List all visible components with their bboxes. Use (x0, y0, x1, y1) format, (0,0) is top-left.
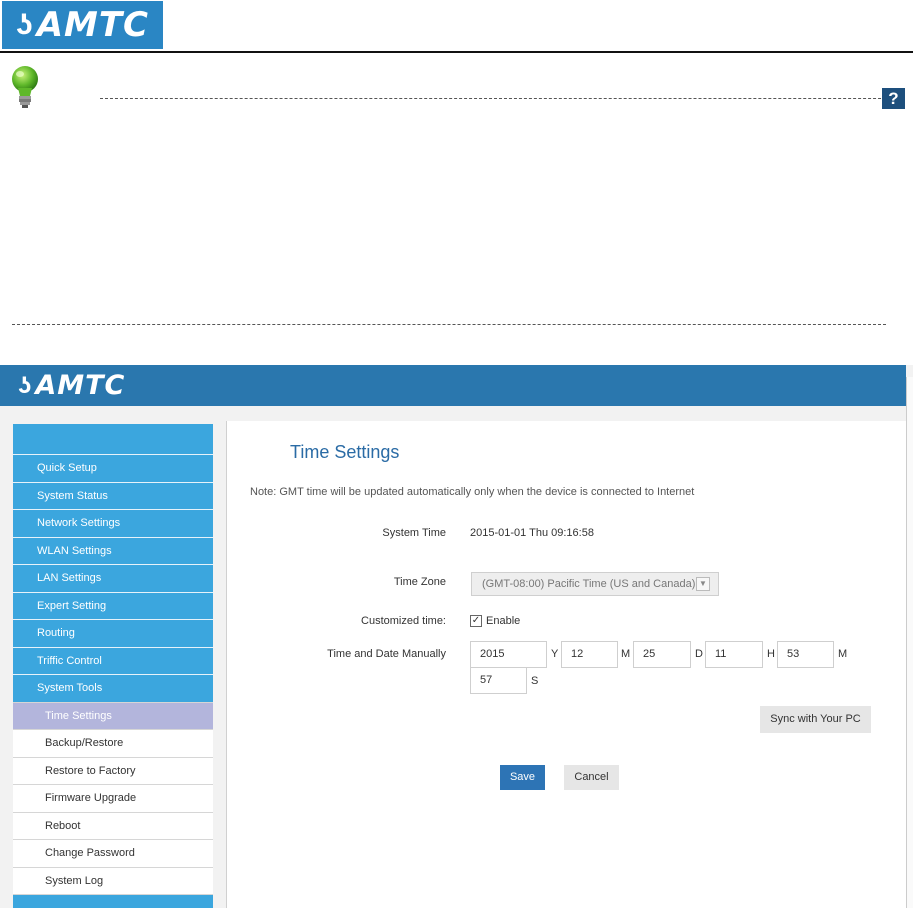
cancel-button[interactable]: Cancel (564, 765, 619, 790)
system-time-label: System Time (382, 527, 446, 539)
minute-unit: M (838, 648, 848, 660)
sidebar-item-lan-settings[interactable]: LAN Settings (13, 564, 213, 592)
sidebar-subitem-time-settings[interactable]: Time Settings (13, 701, 213, 729)
sidebar-item-quick-setup[interactable]: Quick Setup (13, 454, 213, 482)
time-zone-label: Time Zone (393, 576, 446, 588)
page-title: Time Settings (290, 442, 400, 462)
sidebar-item-system-tools[interactable]: System Tools (13, 674, 213, 702)
sidebar-subitem-system-log[interactable]: System Log (13, 866, 213, 894)
hour-input[interactable]: 11 (705, 641, 763, 668)
hour-unit: H (767, 648, 775, 660)
sidebar-subitem-firmware-upgrade[interactable]: Firmware Upgrade (13, 784, 213, 812)
month-input[interactable]: 12 (561, 641, 618, 668)
chevron-down-icon[interactable]: ▼ (696, 577, 710, 591)
sidebar-subitem-change-password[interactable]: Change Password (13, 839, 213, 867)
scrollbar[interactable] (906, 377, 913, 908)
app-header: ʖ AMTC (0, 365, 906, 406)
doc-header-rule (0, 51, 913, 53)
sidebar-header (13, 424, 213, 454)
sidebar-nav: Quick Setup System Status Network Settin… (13, 424, 213, 908)
manual-time-label: Time and Date Manually (327, 648, 446, 660)
sidebar-item-system-status[interactable]: System Status (13, 481, 213, 509)
brand-swirl-icon: ʖ (16, 8, 33, 41)
enable-checkbox[interactable]: ✓ (470, 615, 482, 627)
time-zone-value: (GMT-08:00) Pacific Time (US and Canada) (482, 578, 696, 590)
sidebar-item-wlan-settings[interactable]: WLAN Settings (13, 536, 213, 564)
sidebar-subitem-reboot[interactable]: Reboot (13, 811, 213, 839)
help-icon[interactable]: ? (882, 88, 905, 109)
year-input[interactable]: 2015 (470, 641, 547, 668)
app-logo-text: AMTC (35, 370, 126, 401)
enable-label: Enable (486, 615, 521, 627)
gmt-note: Note: GMT time will be updated automatic… (250, 486, 695, 498)
time-zone-select[interactable]: (GMT-08:00) Pacific Time (US and Canada)… (471, 572, 719, 596)
customized-time-label: Customized time: (361, 615, 446, 627)
system-time-value: 2015-01-01 Thu 09:16:58 (470, 527, 594, 539)
router-web-ui: ʖ AMTC Quick Setup System Status Network… (0, 365, 913, 908)
tip-divider-bottom (12, 324, 886, 325)
second-unit: S (531, 675, 539, 687)
sidebar-subitem-backup-restore[interactable]: Backup/Restore (13, 729, 213, 757)
sidebar-item-routing[interactable]: Routing (13, 619, 213, 647)
sidebar-item-network-settings[interactable]: Network Settings (13, 509, 213, 537)
sidebar-item-expert-setting[interactable]: Expert Setting (13, 591, 213, 619)
second-input[interactable]: 57 (470, 667, 527, 694)
brand-swirl-icon: ʖ (18, 371, 32, 399)
month-unit: M (621, 648, 631, 660)
sidebar-footer (13, 894, 213, 908)
save-button[interactable]: Save (500, 765, 545, 790)
minute-input[interactable]: 53 (777, 641, 834, 668)
tip-divider-top (100, 98, 896, 99)
day-input[interactable]: 25 (633, 641, 691, 668)
day-unit: D (695, 648, 703, 660)
year-unit: Y (551, 648, 559, 660)
sync-with-pc-button[interactable]: Sync with Your PC (760, 706, 871, 733)
doc-logo-text: AMTC (36, 5, 149, 45)
lightbulb-tip-icon (12, 66, 38, 108)
sidebar-item-traffic-control[interactable]: Triffic Control (13, 646, 213, 674)
doc-brand-logo: ʖ AMTC (2, 1, 163, 49)
sidebar-subitem-restore-factory[interactable]: Restore to Factory (13, 756, 213, 784)
